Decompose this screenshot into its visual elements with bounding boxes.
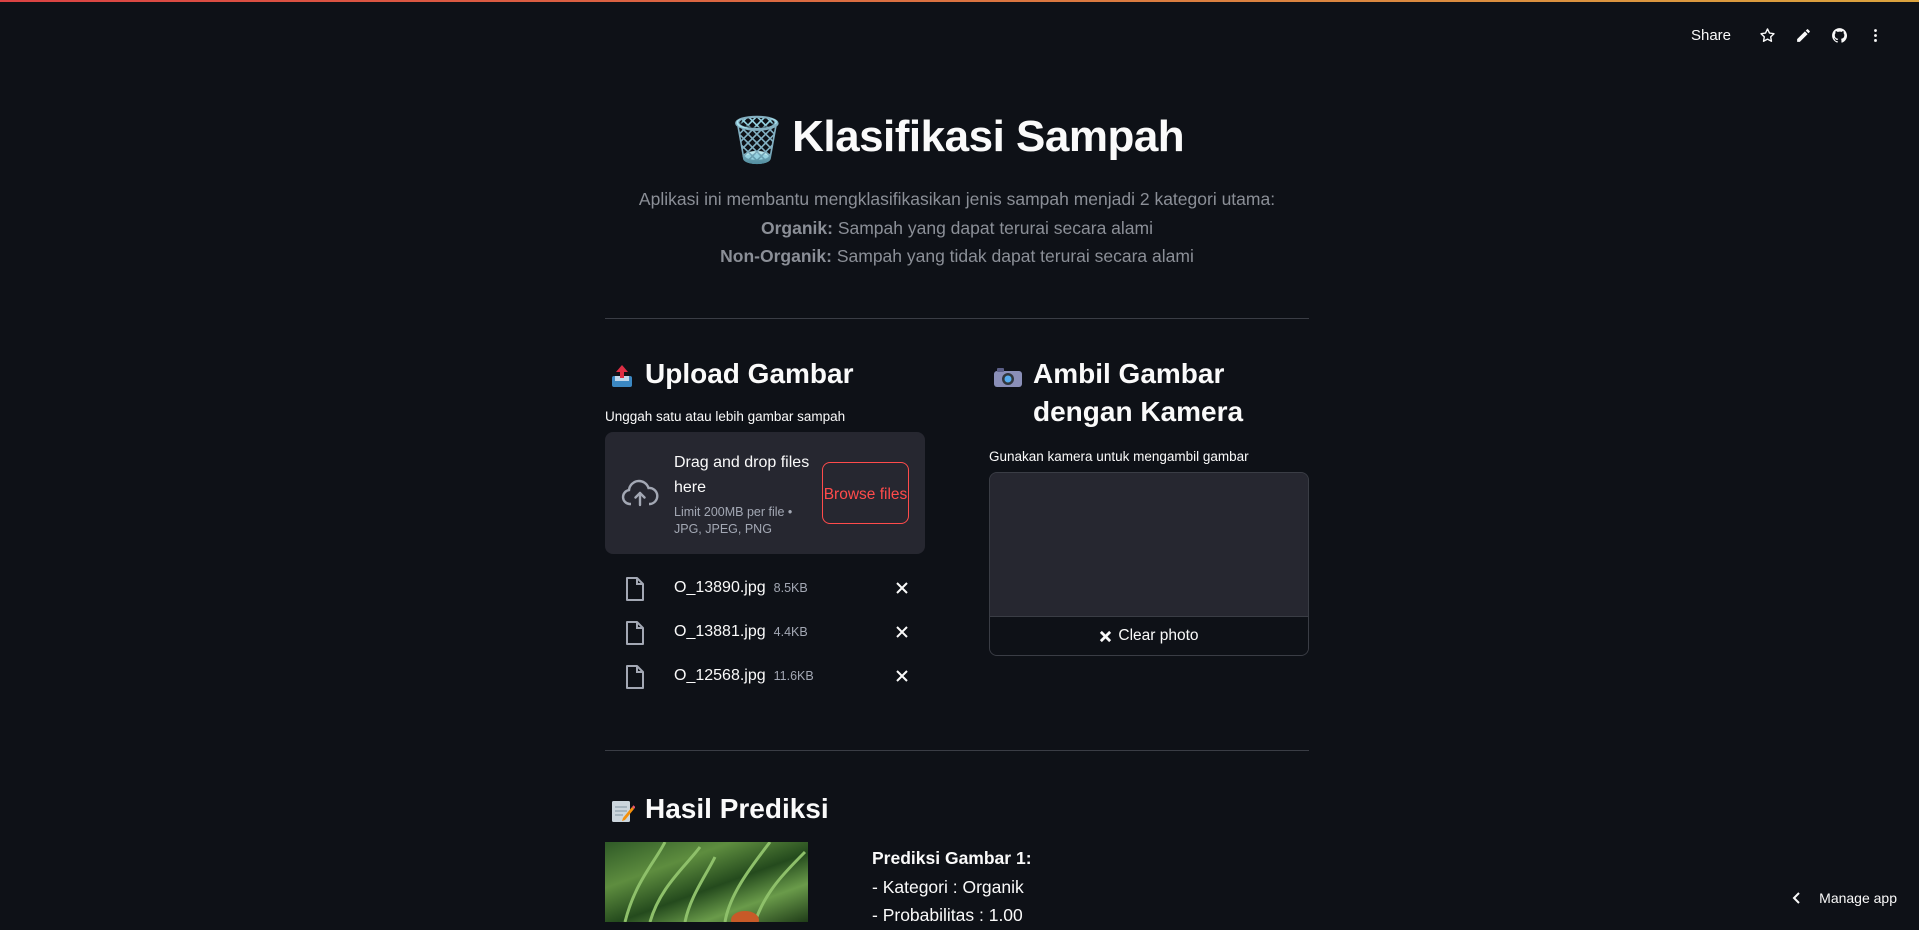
app-description: Aplikasi ini membantu mengklasifikasikan… xyxy=(605,185,1309,271)
manage-app-button[interactable]: Manage app xyxy=(1791,890,1897,906)
file-icon xyxy=(625,664,645,695)
page-title-text: Klasifikasi Sampah xyxy=(792,112,1184,161)
clear-photo-label: Clear photo xyxy=(1118,627,1198,645)
file-item: O_13890.jpg 8.5KB xyxy=(605,566,925,610)
file-icon xyxy=(625,620,645,651)
prediction-image xyxy=(605,842,808,922)
file-dropzone[interactable]: Drag and drop files here Limit 200MB per… xyxy=(605,432,925,554)
prediction-heading-text: Hasil Prediksi xyxy=(645,790,829,828)
upload-heading-text: Upload Gambar xyxy=(645,355,853,393)
prediction-probability: - Probabilitas : 1.00 xyxy=(872,901,1032,930)
camera-heading-text: Ambil Gambar dengan Kamera xyxy=(1033,355,1309,431)
camera-icon xyxy=(993,361,1023,399)
upload-label: Unggah satu atau lebih gambar sampah xyxy=(605,409,925,424)
clear-photo-button[interactable]: Clear photo xyxy=(990,616,1308,655)
nonorganik-text: Sampah yang tidak dapat terurai secara a… xyxy=(832,246,1194,266)
close-icon xyxy=(1099,630,1112,643)
remove-file-icon[interactable] xyxy=(893,623,911,646)
star-icon[interactable] xyxy=(1749,22,1785,48)
file-name-wrap: O_12568.jpg 11.6KB xyxy=(674,667,814,685)
camera-input[interactable]: Clear photo xyxy=(989,472,1309,656)
remove-file-icon[interactable] xyxy=(893,579,911,602)
remove-file-icon[interactable] xyxy=(893,667,911,690)
top-decoration-bar xyxy=(0,0,1919,2)
upload-section: Upload Gambar Unggah satu atau lebih gam… xyxy=(605,355,925,698)
file-size: 8.5KB xyxy=(774,581,808,595)
memo-icon xyxy=(609,796,635,834)
dropzone-limit: Limit 200MB per file • JPG, JPEG, PNG xyxy=(674,504,804,538)
wastebasket-icon: 🗑️ xyxy=(730,114,784,166)
prediction-heading: Hasil Prediksi xyxy=(605,790,1309,834)
file-size: 11.6KB xyxy=(774,669,814,683)
more-vertical-icon[interactable] xyxy=(1857,22,1893,48)
dropzone-title: Drag and drop files here xyxy=(674,450,814,500)
camera-section: Ambil Gambar dengan Kamera Gunakan kamer… xyxy=(989,355,1309,656)
file-name: O_13890.jpg xyxy=(674,579,766,596)
file-name: O_12568.jpg xyxy=(674,667,766,684)
camera-heading: Ambil Gambar dengan Kamera xyxy=(989,355,1309,431)
file-icon xyxy=(625,576,645,607)
browse-files-button[interactable]: Browse files xyxy=(822,462,909,524)
uploaded-file-list: O_13890.jpg 8.5KB O_13881.jpg 4.4KB O_1256… xyxy=(605,566,925,698)
prediction-category: - Kategori : Organik xyxy=(872,873,1032,902)
nonorganik-label: Non-Organik: xyxy=(720,246,832,266)
prediction-section: Hasil Prediksi Prediksi Gambar 1: - Kate… xyxy=(605,790,1309,834)
prediction-result: Prediksi Gambar 1: - Kategori : Organik … xyxy=(872,844,1032,930)
chevron-left-icon xyxy=(1791,891,1803,905)
manage-app-label: Manage app xyxy=(1819,890,1897,906)
camera-label: Gunakan kamera untuk mengambil gambar xyxy=(989,449,1309,464)
outbox-tray-icon xyxy=(609,361,635,399)
description-nonorganik: Non-Organik: Sampah yang tidak dapat ter… xyxy=(605,242,1309,271)
upload-heading: Upload Gambar xyxy=(605,355,925,399)
file-item: O_13881.jpg 4.4KB xyxy=(605,610,925,654)
file-item: O_12568.jpg 11.6KB xyxy=(605,654,925,698)
page-title: 🗑️Klasifikasi Sampah xyxy=(605,112,1309,166)
pencil-icon[interactable] xyxy=(1785,22,1821,48)
file-name-wrap: O_13881.jpg 4.4KB xyxy=(674,623,808,641)
file-name: O_13881.jpg xyxy=(674,623,766,640)
file-name-wrap: O_13890.jpg 8.5KB xyxy=(674,579,808,597)
cloud-upload-icon xyxy=(621,478,659,513)
description-organik: Organik: Sampah yang dapat terurai secar… xyxy=(605,214,1309,243)
organik-label: Organik: xyxy=(761,218,833,238)
organik-text: Sampah yang dapat terurai secara alami xyxy=(833,218,1153,238)
github-icon[interactable] xyxy=(1821,22,1857,48)
prediction-title: Prediksi Gambar 1: xyxy=(872,844,1032,873)
app-toolbar: Share xyxy=(1691,22,1893,48)
description-intro: Aplikasi ini membantu mengklasifikasikan… xyxy=(605,185,1309,214)
divider xyxy=(605,750,1309,751)
divider xyxy=(605,318,1309,319)
file-size: 4.4KB xyxy=(774,625,808,639)
share-button[interactable]: Share xyxy=(1691,27,1731,44)
